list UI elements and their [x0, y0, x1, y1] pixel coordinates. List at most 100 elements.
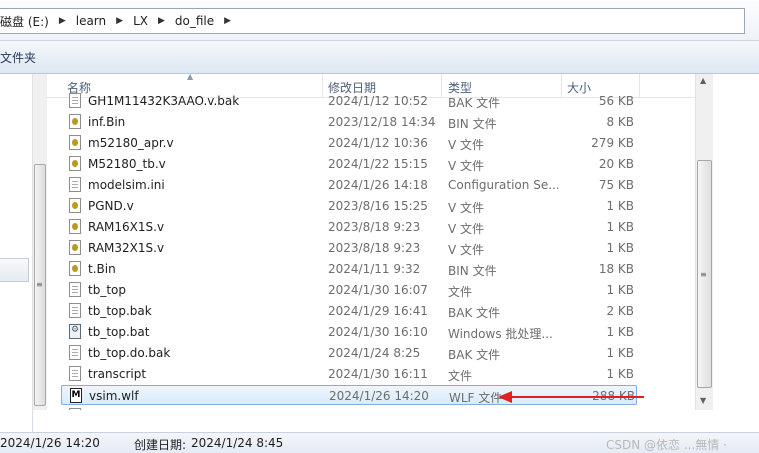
address-bar-area: 磁盘 (E:) ▶ learn ▶ LX ▶ do_file ▶	[0, 0, 759, 41]
file-size: 1 KB	[606, 241, 634, 255]
file-row[interactable]: inf.Bin 2023/12/18 14:34 BIN 文件 8 KB	[61, 112, 637, 132]
file-size: 20 KB	[598, 157, 634, 171]
file-type: BIN 文件	[448, 264, 497, 278]
file-modified-date: 2024/1/12 10:52	[328, 94, 428, 108]
nav-selected-item[interactable]	[0, 258, 29, 282]
breadcrumb-do-file[interactable]: do_file	[175, 14, 214, 28]
file-row[interactable]: modelsim.ini 2024/1/26 14:18 Configuration…	[61, 175, 637, 195]
batch-file-icon	[69, 324, 81, 339]
file-size: 75 KB	[598, 178, 634, 192]
navigation-pane-scrollbar[interactable]: ≡	[32, 74, 48, 410]
file-list-scrollbar[interactable]: ▲ ≡ ▼	[695, 74, 713, 410]
file-row[interactable]: transcript 2024/1/30 16:11 文件 1 KB	[61, 364, 637, 384]
file-row[interactable]: PGND.v 2023/8/16 15:25 V 文件 1 KB	[61, 196, 637, 216]
file-row[interactable]: GH1M11432K3AAO.v.bak 2024/1/12 10:52 BAK 文…	[61, 91, 637, 111]
file-row[interactable]: M52180_tb.v 2024/1/22 15:15 V 文件 20 KB	[61, 154, 637, 174]
file-size: 1 KB	[561, 409, 634, 410]
file-modified-date: 2024/1/30 16:11	[328, 367, 428, 381]
file-size: 1 KB	[606, 325, 634, 339]
file-icon	[69, 282, 81, 297]
breadcrumb-learn[interactable]: learn	[76, 14, 106, 28]
chevron-right-icon[interactable]: ▶	[224, 16, 231, 26]
v-file-icon	[69, 198, 81, 213]
file-modified-date: 2024/1/11 9:32	[328, 262, 421, 276]
v-file-icon	[69, 261, 81, 276]
file-name: tb_top.bak	[88, 304, 152, 318]
new-folder-button[interactable]: 文件夹	[0, 49, 36, 66]
file-row[interactable]: RAM16X1S.v 2023/8/18 9:23 V 文件 1 KB	[61, 217, 637, 237]
file-name: tb_top	[88, 283, 126, 297]
file-modified-date: 2024/1/26 14:18	[328, 178, 428, 192]
file-name: XILINX_SIM.V	[88, 409, 318, 410]
file-size: 1 KB	[606, 367, 634, 381]
file-modified-date: 2024/1/29 16:41	[328, 304, 428, 318]
file-size: 279 KB	[591, 136, 634, 150]
file-row[interactable]: RAM32X1S.v 2023/8/18 9:23 V 文件 1 KB	[61, 238, 637, 258]
chevron-right-icon[interactable]: ▶	[158, 16, 165, 26]
v-file-icon	[69, 114, 81, 129]
watermark: CSDN @依恋 ...無情 ·	[606, 438, 727, 452]
file-size: 1 KB	[606, 283, 634, 297]
address-bar[interactable]: 磁盘 (E:) ▶ learn ▶ LX ▶ do_file ▶	[0, 8, 745, 34]
file-name: PGND.v	[88, 199, 134, 213]
file-modified-date: 2023/8/18 9:23	[328, 220, 421, 234]
wlf-file-icon: M	[70, 388, 82, 403]
file-row[interactable]: tb_top 2024/1/30 16:07 文件 1 KB	[61, 280, 637, 300]
file-type: V 文件	[448, 159, 485, 173]
file-size: 1 KB	[606, 346, 634, 360]
v-file-icon	[69, 240, 81, 255]
grip-icon: ≡	[700, 270, 707, 279]
v-file-icon	[69, 135, 81, 150]
file-modified-date: 2024/1/24 8:25	[328, 346, 421, 360]
v-file-icon	[69, 156, 81, 171]
file-modified-date: 2023/8/16 15:25	[328, 199, 428, 213]
chevron-right-icon[interactable]: ▶	[116, 16, 123, 26]
breadcrumb-lx[interactable]: LX	[133, 14, 148, 28]
file-name: inf.Bin	[88, 115, 126, 129]
file-icon	[69, 345, 81, 360]
file-size: 1 KB	[606, 199, 634, 213]
file-modified-date: 2024/1/30 16:07	[328, 283, 428, 297]
file-icon	[69, 93, 81, 108]
file-size: 56 KB	[598, 94, 634, 108]
file-size: 2 KB	[606, 304, 634, 318]
file-name: vsim.wlf	[89, 389, 139, 403]
created-date-value: 2024/1/24 8:45	[191, 436, 284, 450]
navigation-pane	[0, 74, 33, 432]
file-name: transcript	[88, 367, 147, 381]
file-modified-date: 2023/12/18 14:34	[328, 115, 436, 129]
column-divider[interactable]	[639, 74, 640, 97]
v-file-icon	[69, 219, 81, 234]
file-name: RAM16X1S.v	[88, 220, 165, 234]
file-row[interactable]: XILINX_SIM.V 2024/1/18 14:36 V 文件1 KB	[61, 406, 637, 410]
chevron-right-icon[interactable]: ▶	[59, 16, 66, 26]
file-type: V 文件	[448, 409, 558, 410]
sort-ascending-icon: ▲	[187, 74, 194, 81]
file-type: 文件	[448, 285, 473, 299]
file-name: tb_top.do.bak	[88, 346, 171, 360]
created-date-label: 创建日期:	[134, 438, 187, 452]
scroll-up-icon[interactable]: ▲	[700, 76, 706, 85]
file-type: BAK 文件	[448, 348, 501, 362]
file-type: 文件	[448, 369, 473, 383]
file-name: M52180_tb.v	[88, 157, 166, 171]
file-icon	[69, 366, 81, 381]
file-modified-date: 2024/1/18 14:36	[328, 409, 444, 410]
breadcrumb-drive[interactable]: 磁盘 (E:)	[0, 13, 49, 30]
file-name: GH1M11432K3AAO.v.bak	[88, 94, 240, 108]
file-row[interactable]: tb_top.bak 2024/1/29 16:41 BAK 文件 2 KB	[61, 301, 637, 321]
file-row[interactable]: t.Bin 2024/1/11 9:32 BIN 文件 18 KB	[61, 259, 637, 279]
file-name: modelsim.ini	[88, 178, 165, 192]
file-name: m52180_apr.v	[88, 136, 174, 150]
file-size: 18 KB	[598, 262, 634, 276]
file-modified-date: 2024/1/12 10:36	[328, 136, 428, 150]
file-row[interactable]: tb_top.bat 2024/1/30 16:10 Windows 批处理... 1…	[61, 322, 637, 342]
file-row[interactable]: Mvsim.wlf 2024/1/26 14:20 WLF 文件 288 KB	[61, 385, 637, 405]
scroll-down-icon[interactable]: ▼	[700, 396, 706, 405]
config-file-icon	[69, 177, 81, 192]
file-row[interactable]: m52180_apr.v 2024/1/12 10:36 V 文件 279 KB	[61, 133, 637, 153]
file-type: Configuration Se...	[448, 178, 558, 192]
file-name: tb_top.bat	[88, 325, 150, 339]
file-row[interactable]: tb_top.do.bak 2024/1/24 8:25 BAK 文件 1 KB	[61, 343, 637, 363]
file-type: V 文件	[448, 222, 485, 236]
